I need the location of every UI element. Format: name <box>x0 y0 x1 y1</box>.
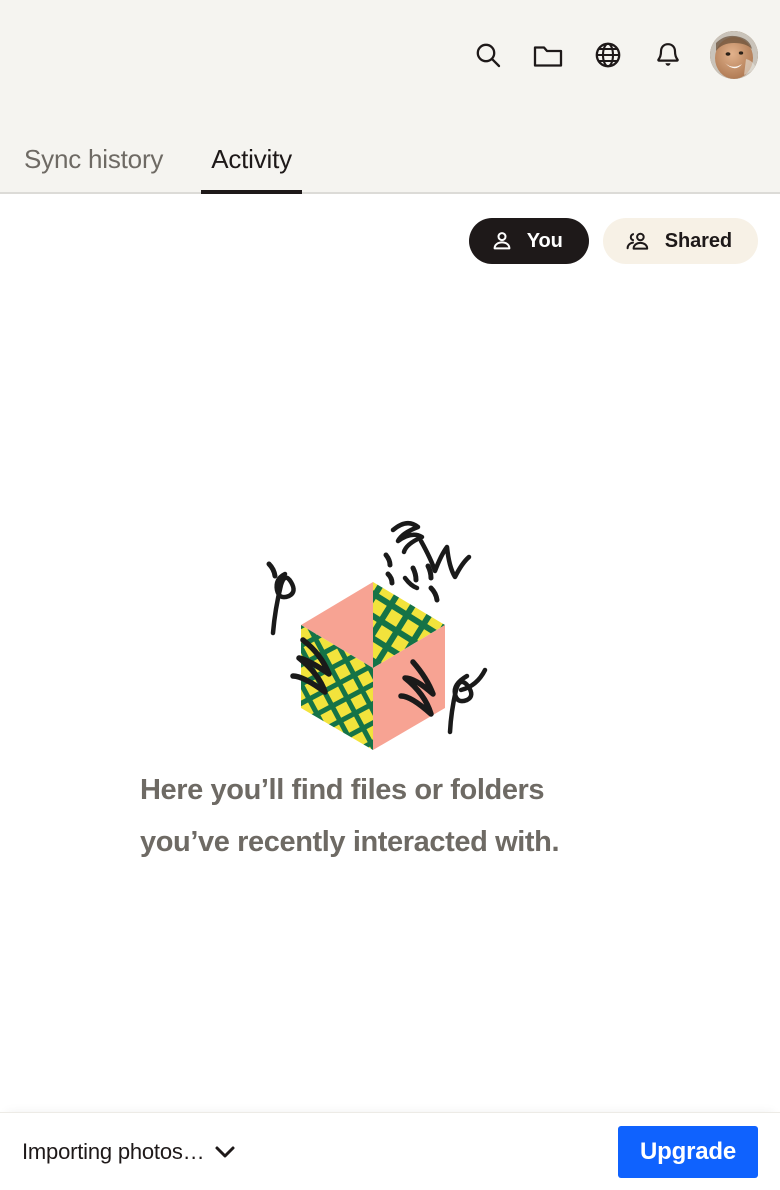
bottom-status-bar: Importing photos… Upgrade <box>0 1112 780 1190</box>
avatar[interactable] <box>710 31 758 79</box>
upgrade-button[interactable]: Upgrade <box>618 1125 758 1178</box>
filter-you-label: You <box>526 229 563 252</box>
empty-state-message: Here you’ll find files or folders you’ve… <box>140 774 560 858</box>
tab-sync-history[interactable]: Sync history <box>24 146 163 194</box>
app-window: Sync history Activity You Shared Here yo… <box>0 0 780 1190</box>
person-icon <box>491 230 513 252</box>
search-icon <box>473 40 503 70</box>
people-icon <box>625 230 651 252</box>
content-area: You Shared Here you’ll find files or fol… <box>0 194 780 1190</box>
app-header: Sync history Activity <box>0 0 780 194</box>
chevron-down-icon <box>214 1145 236 1159</box>
activity-filter-toggle: You Shared <box>0 194 780 264</box>
header-toolbar <box>0 0 780 110</box>
search-icon-button[interactable] <box>458 25 518 85</box>
globe-icon-button[interactable] <box>578 25 638 85</box>
filter-you-button[interactable]: You <box>468 218 589 264</box>
filter-shared-button[interactable]: Shared <box>602 218 758 264</box>
import-status-button[interactable]: Importing photos… <box>22 1139 236 1165</box>
avatar-image <box>710 31 758 79</box>
filter-shared-label: Shared <box>664 229 732 252</box>
tab-activity[interactable]: Activity <box>201 146 302 194</box>
import-status-label: Importing photos… <box>22 1138 205 1164</box>
cube-doodle-illustration <box>255 494 525 754</box>
globe-icon <box>593 40 623 70</box>
bell-icon <box>653 40 683 70</box>
empty-state: Here you’ll find files or folders you’ve… <box>0 494 780 868</box>
tab-bar: Sync history Activity <box>0 110 780 194</box>
folder-icon-button[interactable] <box>518 25 578 85</box>
bell-icon-button[interactable] <box>638 25 698 85</box>
folder-icon <box>532 40 564 70</box>
